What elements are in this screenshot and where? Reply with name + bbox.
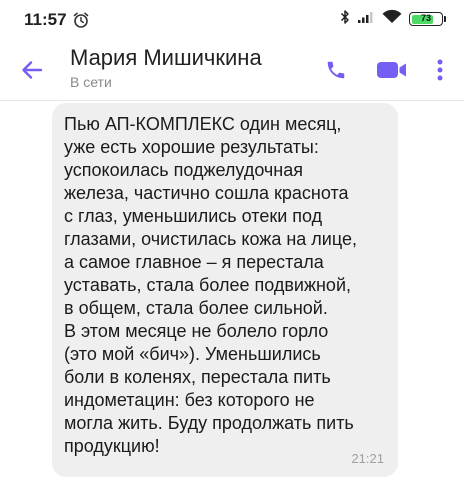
- kebab-menu-icon: [437, 59, 443, 81]
- incoming-message-bubble[interactable]: Пью АП-КОМПЛЕКС один месяц, уже есть хор…: [52, 103, 398, 477]
- alarm-clock-icon: [72, 11, 90, 29]
- battery-indicator: 73: [409, 12, 443, 26]
- message-list[interactable]: Пью АП-КОМПЛЕКС один месяц, уже есть хор…: [0, 101, 464, 480]
- video-camera-icon: [377, 62, 406, 78]
- more-options-button[interactable]: [424, 52, 456, 88]
- battery-level: 73: [420, 13, 431, 23]
- message-text: Пью АП-КОМПЛЕКС один месяц, уже есть хор…: [64, 114, 357, 456]
- arrow-left-icon: [22, 61, 43, 79]
- battery-tip: [444, 16, 446, 22]
- wifi-icon: [382, 9, 402, 29]
- bluetooth-icon: [340, 9, 350, 30]
- video-call-button[interactable]: [374, 52, 410, 88]
- back-button[interactable]: [14, 52, 50, 88]
- signal-icon: [357, 10, 375, 29]
- status-time: 11:57: [24, 10, 67, 29]
- chat-header: Мария Мишичкина В сети: [0, 36, 464, 101]
- message-timestamp: 21:21: [351, 451, 384, 466]
- call-button[interactable]: [318, 52, 354, 88]
- status-indicators: 73: [340, 9, 446, 30]
- status-bar: 11:57 73: [0, 0, 464, 36]
- contact-name[interactable]: Мария Мишичкина: [70, 45, 262, 71]
- phone-icon: [327, 61, 345, 79]
- contact-status: В сети: [70, 74, 112, 90]
